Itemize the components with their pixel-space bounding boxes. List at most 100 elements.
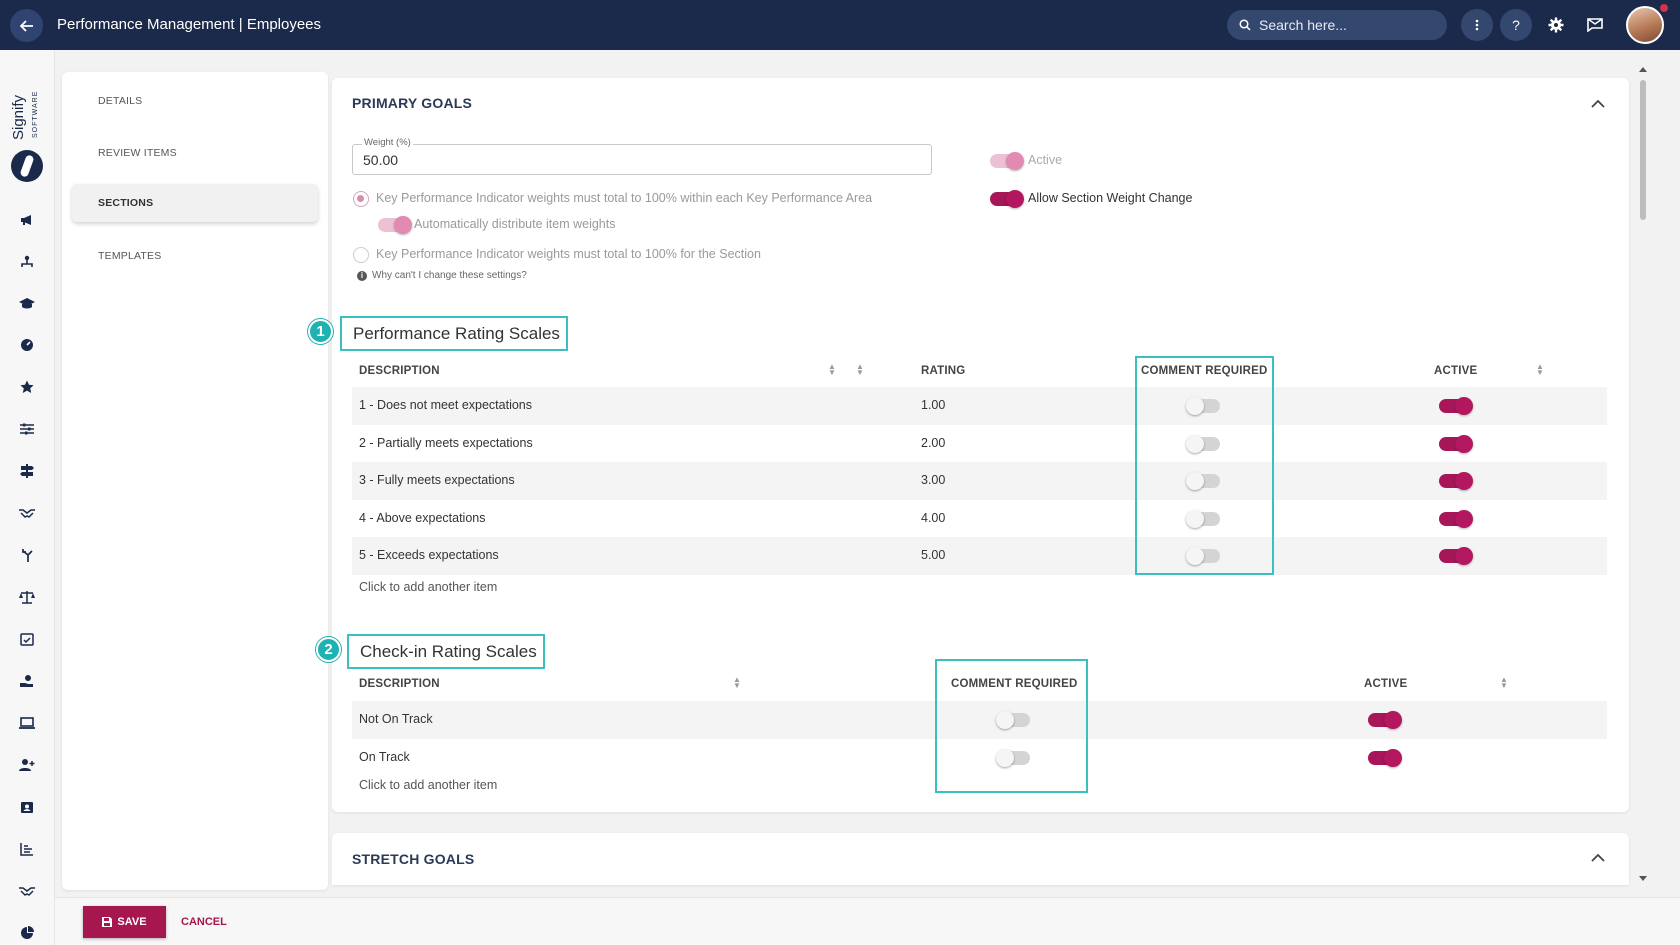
search-box[interactable]: [1227, 10, 1447, 40]
row-description: 4 - Above expectations: [359, 511, 486, 525]
active-toggle[interactable]: [1439, 472, 1473, 490]
brand-logo: Signify SOFTWARE: [8, 80, 48, 182]
megaphone-icon[interactable]: [17, 210, 37, 230]
pie-chart-icon[interactable]: [17, 923, 37, 943]
active-label: Active: [1028, 153, 1063, 167]
radio-section-weights[interactable]: [353, 247, 369, 263]
primary-goals-title: PRIMARY GOALS: [352, 95, 473, 111]
calendar-check-icon[interactable]: [17, 629, 37, 649]
table-row[interactable]: 4 - Above expectations 4.00: [352, 500, 1607, 538]
gauge-icon[interactable]: [17, 335, 37, 355]
scale-balance-icon[interactable]: [17, 587, 37, 607]
signify-logo-icon: [11, 150, 43, 182]
radio-kpa-weights[interactable]: [353, 191, 369, 207]
row-rating: 4.00: [921, 511, 946, 525]
subnav-item-templates[interactable]: TEMPLATES: [72, 237, 318, 275]
sort-arrows-icon[interactable]: ▲ ▼: [1536, 363, 1544, 377]
radio-kpa-label: Key Performance Indicator weights must t…: [376, 191, 873, 205]
add-item-link[interactable]: Click to add another item: [359, 580, 497, 594]
active-toggle[interactable]: [1368, 711, 1402, 729]
back-arrow-icon[interactable]: [10, 9, 43, 42]
avatar[interactable]: [1626, 6, 1664, 44]
scroll-up-icon[interactable]: [1639, 66, 1647, 74]
allow-weight-change-label: Allow Section Weight Change: [1028, 191, 1193, 205]
stretch-goals-title: STRETCH GOALS: [352, 851, 475, 867]
bar-chart-icon[interactable]: [17, 839, 37, 859]
search-input[interactable]: [1259, 17, 1429, 33]
row-description: 3 - Fully meets expectations: [359, 473, 515, 487]
active-toggle[interactable]: [1439, 435, 1473, 453]
active-toggle[interactable]: [1439, 510, 1473, 528]
more-vertical-icon[interactable]: [1461, 9, 1493, 41]
comment-required-highlight: [935, 659, 1088, 793]
cancel-button[interactable]: CANCEL: [181, 916, 227, 928]
signpost-icon[interactable]: [17, 461, 37, 481]
row-description: 1 - Does not meet expectations: [359, 398, 533, 412]
graduation-cap-icon[interactable]: [17, 294, 37, 314]
scroll-down-icon[interactable]: [1639, 874, 1647, 882]
user-tree-icon[interactable]: [17, 252, 37, 272]
sliders-icon[interactable]: [17, 419, 37, 439]
checkin-scales-title: Check-in Rating Scales: [347, 634, 545, 669]
row-rating: 3.00: [921, 473, 946, 487]
hand-coin-icon[interactable]: [17, 671, 37, 691]
info-text: Why can't I change these settings?: [372, 270, 527, 281]
stretch-goals-panel: STRETCH GOALS: [332, 833, 1629, 885]
laptop-icon[interactable]: [17, 713, 37, 733]
handshake-alt-icon[interactable]: [17, 881, 37, 901]
info-icon: i: [357, 270, 367, 281]
save-button[interactable]: SAVE: [83, 906, 166, 938]
weight-label: Weight (%): [362, 137, 413, 148]
table-row[interactable]: 5 - Exceeds expectations 5.00: [352, 537, 1607, 575]
add-item-link[interactable]: Click to add another item: [359, 778, 497, 792]
top-bar: Performance Management | Employees ?: [0, 0, 1680, 50]
sort-arrows-icon[interactable]: ▲ ▼: [856, 363, 864, 377]
subnav-item-review-items[interactable]: REVIEW ITEMS: [72, 134, 318, 172]
radio-section-label: Key Performance Indicator weights must t…: [376, 247, 761, 261]
active-toggle[interactable]: [1368, 749, 1402, 767]
active-toggle[interactable]: [990, 152, 1024, 170]
messages-icon[interactable]: [1579, 9, 1611, 41]
table-row[interactable]: 1 - Does not meet expectations 1.00: [352, 387, 1607, 425]
vertical-scrollbar[interactable]: [1637, 66, 1649, 886]
scrollbar-thumb[interactable]: [1640, 80, 1646, 220]
row-rating: 1.00: [921, 398, 946, 412]
active-toggle[interactable]: [1439, 397, 1473, 415]
allow-weight-change-toggle[interactable]: [990, 190, 1024, 208]
row-description: 2 - Partially meets expectations: [359, 436, 533, 450]
th-active: ACTIVE: [1364, 678, 1408, 690]
user-plus-icon[interactable]: [17, 755, 37, 775]
auto-distribute-toggle[interactable]: [378, 216, 412, 234]
sort-arrows-icon[interactable]: ▲ ▼: [1500, 676, 1508, 690]
chevron-up-icon[interactable]: [1588, 94, 1608, 114]
handshake-icon[interactable]: [17, 503, 37, 523]
auto-distribute-label: Automatically distribute item weights: [414, 217, 616, 231]
th-active: ACTIVE: [1434, 365, 1478, 377]
route-icon[interactable]: [17, 545, 37, 565]
gear-icon[interactable]: [1540, 9, 1572, 41]
weight-input[interactable]: [353, 145, 931, 174]
table-row[interactable]: 2 - Partially meets expectations 2.00: [352, 425, 1607, 463]
subnav-item-sections[interactable]: SECTIONS: [72, 184, 318, 222]
row-description: Not On Track: [359, 712, 433, 726]
star-icon[interactable]: [17, 377, 37, 397]
search-icon: [1239, 19, 1251, 31]
table-row[interactable]: 3 - Fully meets expectations 3.00: [352, 462, 1607, 500]
primary-goals-panel: PRIMARY GOALS Weight (%) Active Allow Se…: [308, 78, 1629, 812]
active-toggle[interactable]: [1439, 547, 1473, 565]
weight-field[interactable]: Weight (%): [352, 137, 932, 175]
footer-bar: SAVE CANCEL: [55, 897, 1680, 945]
sort-arrows-icon[interactable]: ▲ ▼: [828, 363, 836, 377]
comment-required-highlight: [1135, 356, 1274, 575]
subnav-item-details[interactable]: DETAILS: [72, 82, 318, 120]
chevron-up-icon[interactable]: [1588, 848, 1608, 868]
brand-name: Signify: [10, 94, 27, 140]
save-label: SAVE: [117, 916, 147, 928]
row-description: On Track: [359, 750, 410, 764]
sort-arrows-icon[interactable]: ▲ ▼: [733, 676, 741, 690]
help-icon[interactable]: ?: [1500, 9, 1532, 41]
id-badge-icon[interactable]: [17, 797, 37, 817]
row-description: 5 - Exceeds expectations: [359, 548, 499, 562]
th-rating: RATING: [921, 365, 966, 377]
settings-info-link[interactable]: i Why can't I change these settings?: [357, 270, 527, 281]
